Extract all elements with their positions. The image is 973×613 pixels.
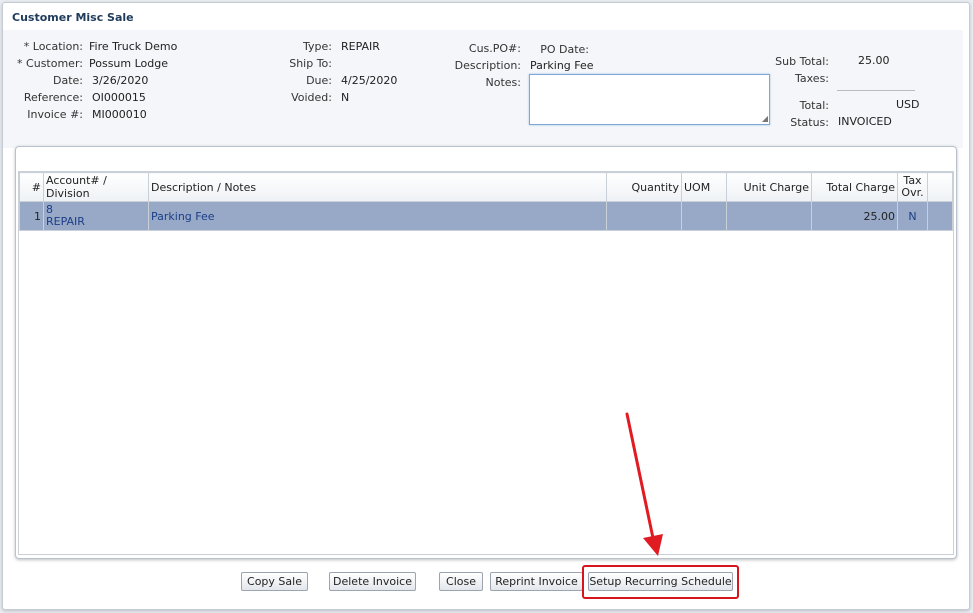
annotation-arrow-icon (625, 412, 663, 556)
